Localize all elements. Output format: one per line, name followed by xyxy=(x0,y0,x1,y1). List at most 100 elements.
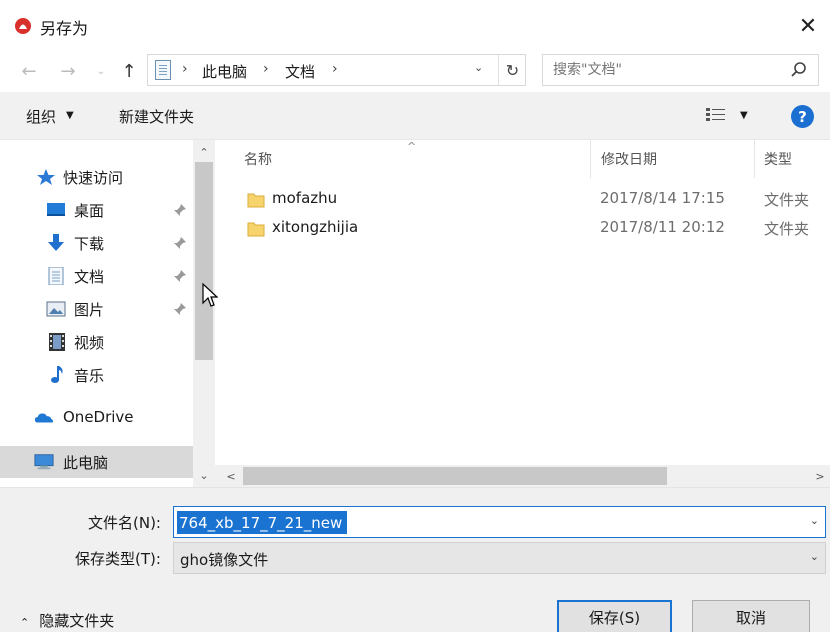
close-button[interactable]: ✕ xyxy=(786,6,830,46)
chevron-down-icon: ⌄ xyxy=(96,65,106,77)
column-header-type[interactable]: 类型 xyxy=(764,140,792,178)
search-box[interactable] xyxy=(542,54,819,86)
sort-caret-icon: ^ xyxy=(407,140,417,153)
sidebar-item-label: 音乐 xyxy=(74,367,105,385)
filename-field[interactable]: ⌄ xyxy=(173,506,826,538)
caret-down-icon[interactable]: ▼ xyxy=(66,110,74,121)
sidebar-item-this-pc[interactable]: 此电脑 xyxy=(0,446,193,478)
scroll-left-icon[interactable]: < xyxy=(221,465,241,487)
computer-icon xyxy=(34,454,54,470)
search-icon[interactable] xyxy=(790,61,808,79)
new-folder-button[interactable]: 新建文件夹 xyxy=(119,106,194,127)
sidebar-item-label: 此电脑 xyxy=(63,454,109,472)
search-input[interactable] xyxy=(553,60,783,80)
filetype-select[interactable]: gho镜像文件 ⌄ xyxy=(173,542,826,574)
sidebar-item-onedrive[interactable]: OneDrive xyxy=(0,402,193,434)
column-header-name[interactable]: 名称 xyxy=(244,140,272,178)
address-row: ← → ⌄ ↑ › 此电脑 › 文档 › ⌄ ↻ xyxy=(0,50,830,92)
file-type: 文件夹 xyxy=(764,191,810,209)
sidebar-item-music[interactable]: 音乐 xyxy=(0,359,193,391)
address-bar[interactable]: › 此电脑 › 文档 › ⌄ ↻ xyxy=(147,54,526,86)
sidebar-item-label: 桌面 xyxy=(74,202,105,220)
column-divider[interactable] xyxy=(754,140,755,178)
back-button[interactable]: ← xyxy=(16,58,42,84)
title-bar: 另存为 ✕ xyxy=(0,0,830,50)
folder-icon xyxy=(247,222,265,237)
file-row[interactable]: mofazhu 2017/8/14 17:15 文件夹 xyxy=(215,185,830,214)
forward-arrow-icon: → xyxy=(60,60,76,82)
onedrive-icon xyxy=(34,413,54,423)
column-header-date[interactable]: 修改日期 xyxy=(601,140,657,178)
sidebar-item-label: 文档 xyxy=(74,268,105,286)
refresh-button[interactable]: ↻ xyxy=(498,55,526,85)
breadcrumb-this-pc[interactable]: 此电脑 xyxy=(202,61,247,82)
folder-icon xyxy=(247,193,265,208)
breadcrumb-separator-icon[interactable]: › xyxy=(263,61,269,77)
navigation-pane: 快速访问 桌面 下载 文档 图片 视频 音乐 OneDrive 此电脑 xyxy=(0,140,193,487)
save-button[interactable]: 保存(S) xyxy=(557,600,672,632)
music-icon xyxy=(51,366,63,383)
filetype-value: gho镜像文件 xyxy=(180,551,269,569)
scroll-down-icon[interactable]: ⌄ xyxy=(193,465,215,485)
pin-icon[interactable] xyxy=(173,203,187,217)
forward-button[interactable]: → xyxy=(55,58,81,84)
star-icon xyxy=(37,169,55,185)
sidebar-item-pictures[interactable]: 图片 xyxy=(0,293,193,325)
close-icon: ✕ xyxy=(798,13,818,39)
scroll-up-icon[interactable]: ⌃ xyxy=(193,142,215,162)
view-options-icon[interactable] xyxy=(705,106,727,124)
filetype-label: 保存类型(T): xyxy=(75,550,161,568)
scrollbar-thumb[interactable] xyxy=(243,467,667,485)
up-button[interactable]: ↑ xyxy=(116,58,142,84)
sidebar-item-quick-access[interactable]: 快速访问 xyxy=(0,161,193,193)
file-row[interactable]: xitongzhijia 2017/8/11 20:12 文件夹 xyxy=(215,214,830,243)
command-toolbar: 组织 ▼ 新建文件夹 ▼ ? xyxy=(0,92,830,140)
sidebar-item-label: 视频 xyxy=(74,334,105,352)
app-icon xyxy=(15,18,31,34)
recent-locations-button[interactable]: ⌄ xyxy=(88,58,114,84)
up-arrow-icon: ↑ xyxy=(121,60,137,82)
breadcrumb-separator-icon[interactable]: › xyxy=(332,61,338,77)
filename-input[interactable] xyxy=(177,511,347,534)
sidebar-item-documents[interactable]: 文档 xyxy=(0,260,193,292)
save-form: 文件名(N): ⌄ 保存类型(T): gho镜像文件 ⌄ ⌃ 隐藏文件夹 保存(S… xyxy=(0,487,830,632)
file-date: 2017/8/11 20:12 xyxy=(600,218,725,236)
sidebar-item-downloads[interactable]: 下载 xyxy=(0,227,193,259)
help-button[interactable]: ? xyxy=(791,105,814,128)
filename-label: 文件名(N): xyxy=(88,514,161,532)
documents-location-icon xyxy=(155,60,171,80)
navigation-scrollbar[interactable]: ⌃ ⌄ xyxy=(193,140,215,487)
pictures-icon xyxy=(46,301,66,317)
chevron-up-icon: ⌃ xyxy=(20,616,30,629)
breadcrumb-documents[interactable]: 文档 xyxy=(285,61,315,82)
file-name: mofazhu xyxy=(272,189,338,207)
pin-icon[interactable] xyxy=(173,236,187,250)
hide-folders-label: 隐藏文件夹 xyxy=(39,612,115,630)
file-type: 文件夹 xyxy=(764,220,810,238)
column-divider[interactable] xyxy=(590,140,591,178)
organize-button[interactable]: 组织 xyxy=(26,106,56,127)
sidebar-item-desktop[interactable]: 桌面 xyxy=(0,194,193,226)
cancel-button[interactable]: 取消 xyxy=(692,600,810,632)
sidebar-item-label: 快速访问 xyxy=(63,169,124,187)
refresh-icon: ↻ xyxy=(505,60,520,80)
file-name: xitongzhijia xyxy=(272,218,359,236)
pin-icon[interactable] xyxy=(173,269,187,283)
breadcrumb-separator-icon[interactable]: › xyxy=(182,61,188,77)
caret-down-icon[interactable]: ▼ xyxy=(740,110,748,121)
file-list-scrollbar[interactable]: < > xyxy=(215,465,830,487)
hide-folders-toggle[interactable]: ⌃ 隐藏文件夹 xyxy=(20,610,114,631)
download-icon xyxy=(48,234,64,251)
chevron-down-icon[interactable]: ⌄ xyxy=(810,514,819,527)
chevron-down-icon[interactable]: ⌄ xyxy=(810,550,819,563)
scroll-right-icon[interactable]: > xyxy=(810,465,830,487)
sidebar-item-label: 图片 xyxy=(74,301,105,319)
scrollbar-thumb[interactable] xyxy=(195,162,213,360)
window-title: 另存为 xyxy=(40,19,89,38)
document-icon xyxy=(48,267,64,285)
address-dropdown-icon[interactable]: ⌄ xyxy=(474,61,483,74)
sidebar-item-videos[interactable]: 视频 xyxy=(0,326,193,358)
back-arrow-icon: ← xyxy=(21,60,37,82)
pin-icon[interactable] xyxy=(173,302,187,316)
desktop-icon xyxy=(47,203,65,216)
